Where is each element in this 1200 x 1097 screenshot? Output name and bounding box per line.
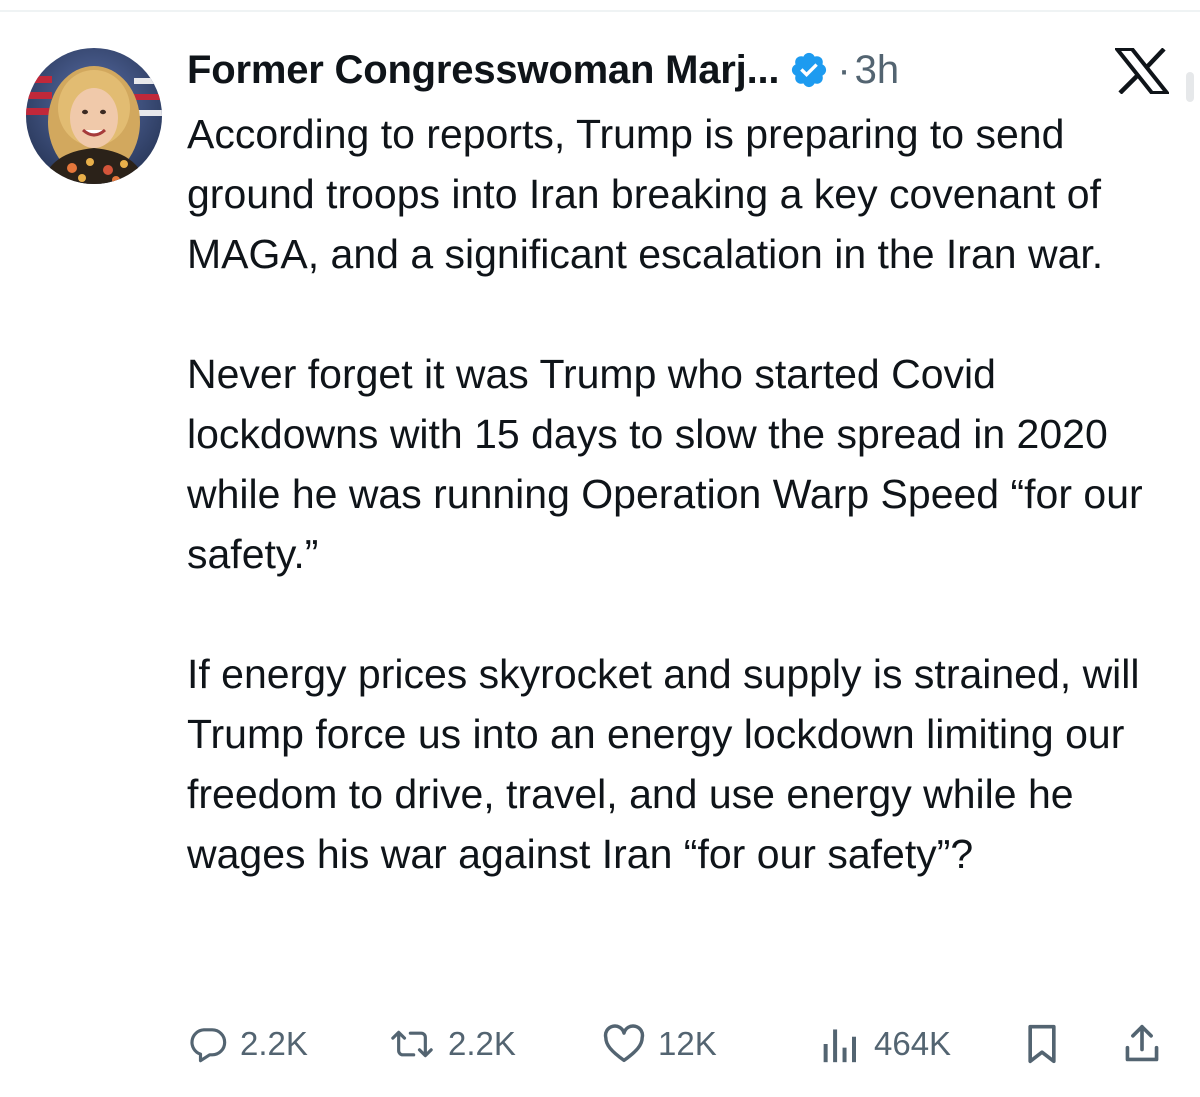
reply-icon <box>188 1024 228 1064</box>
tweet-paragraph-3: If energy prices skyrocket and supply is… <box>187 651 1140 877</box>
bookmark-icon <box>1022 1022 1062 1066</box>
tweet-paragraph-2: Never forget it was Trump who started Co… <box>187 351 1143 577</box>
scrollbar-thumb[interactable] <box>1186 72 1194 102</box>
header-separator: · <box>837 47 851 92</box>
share-button[interactable] <box>1122 1018 1162 1070</box>
top-divider <box>0 10 1200 12</box>
views-button[interactable]: 464K <box>818 1018 951 1070</box>
verified-badge-icon[interactable] <box>789 50 829 90</box>
repost-count: 2.2K <box>448 1025 516 1062</box>
view-count: 464K <box>874 1025 952 1062</box>
repost-icon <box>388 1024 436 1064</box>
repost-button[interactable]: 2.2K <box>388 1018 516 1070</box>
tweet-paragraph-1: According to reports, Trump is preparing… <box>187 111 1104 277</box>
like-count: 12K <box>658 1025 717 1062</box>
tweet-header: Former Congresswoman Marj... · 3h <box>187 44 899 96</box>
avatar-photo <box>26 48 162 184</box>
tweet-text: According to reports, Trump is preparing… <box>187 104 1187 884</box>
bookmark-button[interactable] <box>1022 1018 1062 1070</box>
reply-button[interactable]: 2.2K <box>188 1018 308 1070</box>
like-button[interactable]: 12K <box>602 1018 717 1070</box>
reply-count: 2.2K <box>240 1025 308 1062</box>
author-display-name[interactable]: Former Congresswoman Marj... <box>187 48 780 93</box>
share-icon <box>1122 1022 1162 1066</box>
author-avatar[interactable] <box>26 48 162 184</box>
heart-icon <box>602 1024 646 1064</box>
tweet-timestamp[interactable]: 3h <box>855 48 900 93</box>
x-logo-icon[interactable] <box>1112 47 1172 95</box>
tweet-action-bar: 2.2K 2.2K 12K 464K <box>188 1018 1178 1070</box>
views-chart-icon <box>818 1024 862 1064</box>
